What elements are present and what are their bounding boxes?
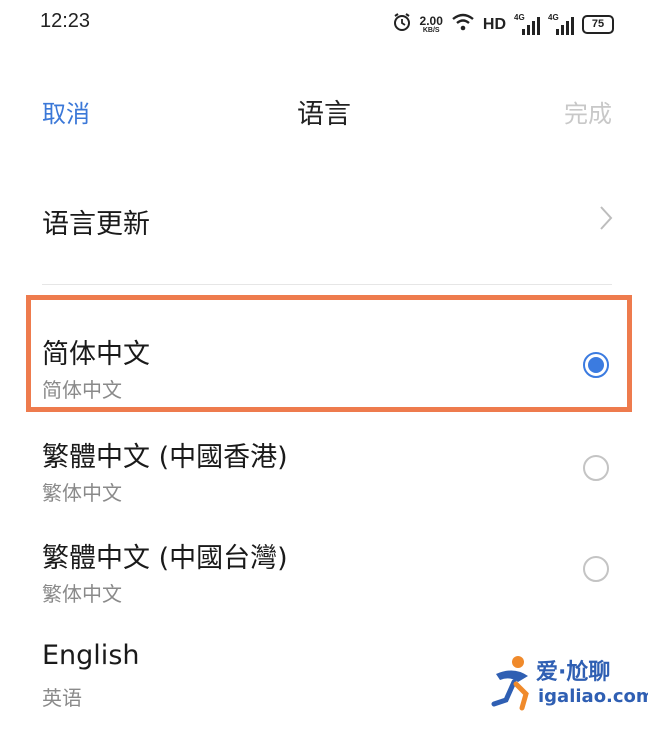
language-name: 繁體中文 (中國香港) <box>42 442 288 473</box>
alarm-icon <box>392 12 412 37</box>
language-name: English <box>42 640 140 671</box>
done-button[interactable]: 完成 <box>564 94 612 129</box>
language-update-label: 语言更新 <box>42 209 150 240</box>
radio-unselected-icon[interactable] <box>583 455 609 481</box>
language-native-name: 繁体中文 <box>42 481 122 505</box>
runner-icon <box>491 656 529 711</box>
battery-icon: 75 <box>582 15 614 34</box>
radio-unselected-icon[interactable] <box>583 556 609 582</box>
status-bar: 12:23 2.00 KB/S HD 4G 4G 75 <box>0 0 648 50</box>
network-speed: 2.00 KB/S <box>419 14 443 34</box>
signal-icon-2: 4G <box>548 13 574 35</box>
language-option-traditional-chinese-tw[interactable]: 繁體中文 (中國台灣) 繁体中文 <box>0 536 648 636</box>
page-title: 语言 <box>297 99 351 130</box>
language-name: 繁體中文 (中國台灣) <box>42 543 288 574</box>
language-native-name: 繁体中文 <box>42 582 122 606</box>
highlight-box <box>26 295 632 412</box>
language-option-traditional-chinese-hk[interactable]: 繁體中文 (中國香港) 繁体中文 <box>0 435 648 535</box>
watermark-logo: 爱·尬聊 igaliao.com <box>488 652 648 718</box>
chevron-right-icon <box>598 204 614 236</box>
divider <box>42 284 612 285</box>
signal-icon-1: 4G <box>514 13 540 35</box>
watermark-url: igaliao.com <box>538 686 648 707</box>
status-time: 12:23 <box>40 10 91 32</box>
language-update-row[interactable]: 语言更新 <box>0 180 648 260</box>
wifi-icon <box>451 13 475 36</box>
status-icons: 2.00 KB/S HD 4G 4G 75 <box>392 12 614 37</box>
nav-bar: 取消 语言 完成 <box>0 80 648 136</box>
watermark-brand: 爱·尬聊 <box>536 660 611 685</box>
language-native-name: 英语 <box>42 686 82 710</box>
hd-indicator: HD <box>482 15 506 33</box>
